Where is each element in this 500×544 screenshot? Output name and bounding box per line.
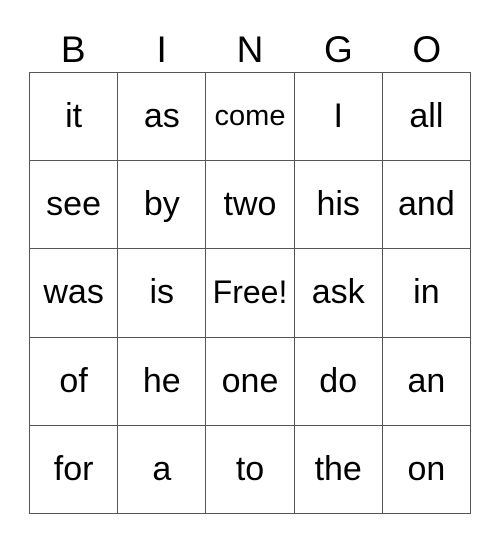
header-letter: G <box>323 29 353 70</box>
bingo-cell[interactable]: by <box>118 161 207 250</box>
bingo-cell[interactable]: an <box>382 337 471 426</box>
bingo-cell[interactable]: was <box>30 249 119 338</box>
bingo-cell[interactable]: a <box>118 425 207 514</box>
bingo-cell[interactable]: see <box>30 161 119 250</box>
header-letter: B <box>60 29 86 70</box>
header-letter: N <box>236 29 264 70</box>
bingo-cell[interactable]: and <box>382 161 471 250</box>
bingo-cell[interactable]: his <box>294 161 383 250</box>
bingo-cell[interactable]: for <box>30 425 119 514</box>
bingo-cell[interactable]: he <box>118 337 207 426</box>
bingo-cell[interactable]: I <box>294 73 383 162</box>
bingo-cell[interactable]: to <box>206 425 295 514</box>
bingo-cell[interactable]: ask <box>294 249 383 338</box>
header-letter: O <box>412 29 442 70</box>
header-letter: I <box>156 29 167 70</box>
bingo-cell[interactable]: do <box>294 337 383 426</box>
bingo-cell[interactable]: the <box>294 425 383 514</box>
bingo-cell[interactable]: in <box>382 249 471 338</box>
bingo-cell[interactable]: as <box>118 73 207 162</box>
bingo-cell[interactable]: on <box>382 425 471 514</box>
bingo-cell[interactable]: of <box>30 337 119 426</box>
bingo-grid: it as come Iall see by two his and was is Free! ask i… <box>29 72 471 514</box>
bingo-cell[interactable]: all <box>382 73 471 162</box>
bingo-header: BINGO <box>29 28 471 72</box>
bingo-cell[interactable]: one <box>206 337 295 426</box>
bingo-cell[interactable]: is <box>118 249 207 338</box>
free-space-cell[interactable]: Free! <box>206 249 295 338</box>
bingo-cell[interactable]: come <box>206 73 295 162</box>
bingo-cell[interactable]: it <box>30 73 119 162</box>
bingo-cell[interactable]: two <box>206 161 295 250</box>
